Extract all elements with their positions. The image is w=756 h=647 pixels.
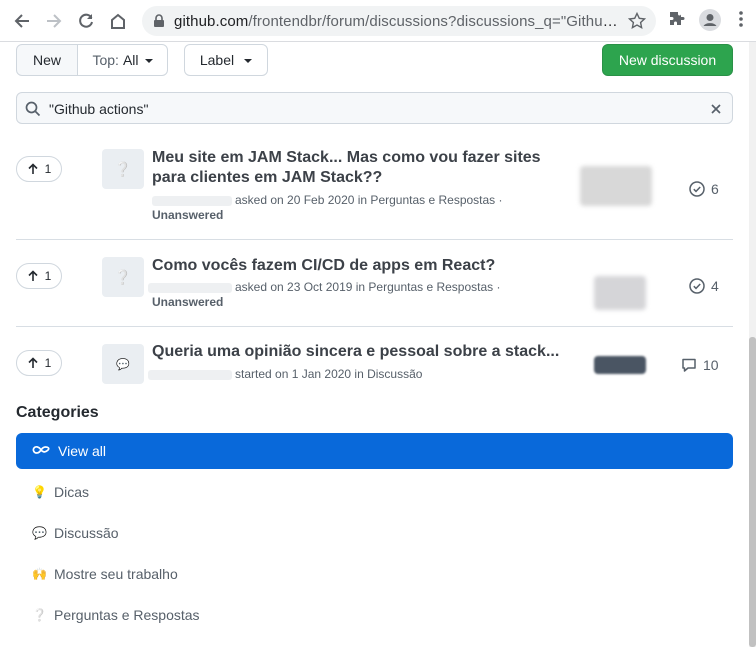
kebab-menu-icon[interactable] <box>738 10 744 33</box>
sort-new-button[interactable]: New <box>16 44 78 76</box>
question-emoji-icon: ❔ <box>32 608 47 622</box>
answers-count[interactable]: 6 <box>689 181 719 197</box>
category-label: Discussão <box>54 525 119 541</box>
vote-count: 1 <box>44 162 52 176</box>
new-discussion-label: New discussion <box>618 52 717 68</box>
sort-top-value: All <box>122 52 139 68</box>
sort-top-dropdown[interactable]: Top: All <box>77 44 168 76</box>
count-value: 10 <box>703 357 719 373</box>
clear-search-icon[interactable] <box>710 102 722 120</box>
answer-status: Unanswered <box>152 295 224 309</box>
upvote-button[interactable]: 1 <box>16 263 62 289</box>
bulb-emoji-icon: 💡 <box>32 485 47 499</box>
browser-toolbar: github.com/frontendbr/forum/discussions?… <box>0 0 756 42</box>
new-discussion-button[interactable]: New discussion <box>602 44 733 76</box>
check-circle-icon <box>689 181 705 197</box>
infinity-icon <box>16 444 54 458</box>
category-speech-bubble-emoji: 💬 <box>102 344 144 384</box>
upvote-button[interactable]: 1 <box>16 156 62 182</box>
discussion-title-link[interactable]: Como vocês fazem CI/CD de apps em React? <box>152 256 552 276</box>
participant-avatars <box>594 356 646 374</box>
discussion-title-line: Queria uma opinião sincera e pessoal sob… <box>152 343 560 360</box>
upvote-button[interactable]: 1 <box>16 350 62 376</box>
answers-count[interactable]: 4 <box>689 278 719 294</box>
discussion-title-link[interactable]: Queria uma opinião sincera e pessoal sob… <box>152 342 572 362</box>
scrollbar-thumb[interactable] <box>749 337 756 647</box>
caret-down-icon <box>144 59 153 63</box>
vote-count: 1 <box>44 269 52 283</box>
label-filter-label: Label <box>199 52 235 68</box>
discussion-title-line: Como vocês fazem CI/CD de apps em React? <box>152 257 496 274</box>
discussion-meta: asked on 23 Oct 2019 in Perguntas e Resp… <box>148 280 501 294</box>
url-path: /frontendbr/forum/discussions?discussion… <box>248 13 619 30</box>
profile-avatar-icon[interactable] <box>699 9 721 36</box>
category-question-emoji: ❔ <box>102 257 144 297</box>
lock-icon <box>153 14 165 33</box>
discussion-meta-text: asked on 23 Oct 2019 in Perguntas e Resp… <box>235 280 501 294</box>
author-name-blurred[interactable] <box>148 282 232 293</box>
label-filter-dropdown[interactable]: Label <box>184 44 268 76</box>
count-value: 6 <box>711 181 719 197</box>
arrow-up-icon <box>28 163 38 174</box>
arrow-up-icon <box>28 270 38 281</box>
discussion-meta: started on 1 Jan 2020 in Discussão <box>148 367 422 381</box>
discussion-title-link[interactable]: Meu site em JAM Stack... Mas como vou fa… <box>152 148 552 188</box>
author-name-blurred[interactable] <box>152 195 232 206</box>
bookmark-star-icon[interactable] <box>627 11 647 35</box>
participant-avatars <box>594 276 646 310</box>
count-value: 4 <box>711 278 719 294</box>
category-label: Perguntas e Respostas <box>54 607 200 623</box>
back-icon[interactable] <box>10 9 34 33</box>
category-perguntas-e-respostas[interactable]: ❔ Perguntas e Respostas <box>16 597 733 633</box>
arrow-up-icon <box>28 357 38 368</box>
check-circle-icon <box>689 278 705 294</box>
discussion-search <box>16 92 733 124</box>
speech-bubble-emoji-icon: 💬 <box>32 526 47 540</box>
category-dicas[interactable]: 💡 Dicas <box>16 474 733 510</box>
url-text: github.com/frontendbr/forum/discussions?… <box>174 13 619 30</box>
search-icon <box>25 101 41 122</box>
row-divider <box>16 326 733 327</box>
raised-hands-emoji-icon: 🙌 <box>32 567 47 581</box>
category-label: Dicas <box>54 484 90 500</box>
discussion-meta-text: asked on 20 Feb 2020 in Perguntas e Resp… <box>235 193 503 207</box>
comment-icon <box>682 358 696 372</box>
extensions-icon[interactable] <box>668 10 686 33</box>
row-divider <box>16 239 733 240</box>
reload-icon[interactable] <box>74 9 98 33</box>
categories-heading: Categories <box>16 404 99 421</box>
author-name-blurred[interactable] <box>148 369 232 380</box>
address-bar[interactable]: github.com/frontendbr/forum/discussions?… <box>142 6 656 36</box>
discussion-meta: asked on 20 Feb 2020 in Perguntas e Resp… <box>152 193 503 207</box>
category-label: View all <box>58 443 106 459</box>
category-label: Mostre seu trabalho <box>54 566 178 582</box>
home-icon[interactable] <box>106 9 130 33</box>
category-mostre-seu-trabalho[interactable]: 🙌 Mostre seu trabalho <box>16 556 733 592</box>
category-question-emoji: ❔ <box>102 149 144 189</box>
category-view-all[interactable]: View all <box>16 433 733 469</box>
vote-count: 1 <box>44 356 52 370</box>
discussion-title-line: Meu site em JAM Stack... Mas como vou fa… <box>152 149 541 166</box>
search-input[interactable] <box>49 99 689 119</box>
url-host: github.com <box>174 13 249 30</box>
comments-count[interactable]: 10 <box>681 357 719 373</box>
sort-new-label: New <box>32 52 61 68</box>
answer-status: Unanswered <box>152 208 224 222</box>
discussion-meta-text: started on 1 Jan 2020 in Discussão <box>235 367 423 381</box>
caret-down-icon <box>244 59 253 63</box>
sort-top-prefix: Top: <box>92 52 119 68</box>
forward-icon[interactable] <box>42 9 66 33</box>
category-discussao[interactable]: 💬 Discussão <box>16 515 733 551</box>
discussion-title-line: para clientes em JAM Stack?? <box>152 169 383 186</box>
participant-avatars <box>580 166 652 206</box>
